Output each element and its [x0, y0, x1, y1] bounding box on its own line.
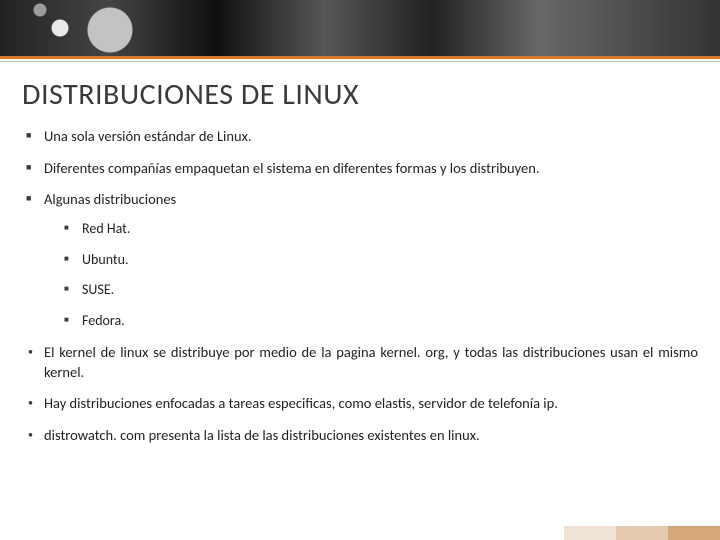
bullet-item: Hay distribuciones enfocadas a tareas es… — [22, 394, 698, 414]
slide: DISTRIBUCIONES DE LINUX Una sola versión… — [0, 0, 720, 540]
sub-bullet-item: SUSE. — [62, 281, 698, 300]
bullet-item: Diferentes compañías empaquetan el siste… — [22, 159, 698, 179]
bullet-item: El kernel de linux se distribuye por med… — [22, 343, 698, 382]
content-area: DISTRIBUCIONES DE LINUX Una sola versión… — [0, 62, 720, 446]
sub-bullet-list: Red Hat. Ubuntu. SUSE. Fedora. — [44, 220, 698, 332]
spacer — [0, 526, 564, 540]
bullet-item: distrowatch. com presenta la lista de la… — [22, 426, 698, 446]
sub-bullet-item: Red Hat. — [62, 220, 698, 239]
accent-divider — [0, 56, 720, 59]
accent-segment — [668, 526, 720, 540]
bottom-accent-bar — [0, 526, 720, 540]
sub-bullet-item: Ubuntu. — [62, 251, 698, 270]
sub-bullet-item: Fedora. — [62, 312, 698, 331]
bullet-text: Algunas distribuciones — [44, 190, 176, 208]
bullet-list: Una sola versión estándar de Linux. Dife… — [22, 127, 698, 446]
bullet-item: Una sola versión estándar de Linux. — [22, 127, 698, 147]
accent-segment — [564, 526, 616, 540]
header-image-gears — [0, 0, 720, 56]
slide-title: DISTRIBUCIONES DE LINUX — [22, 76, 698, 113]
accent-segment — [616, 526, 668, 540]
bullet-item: Algunas distribuciones Red Hat. Ubuntu. … — [22, 190, 698, 331]
